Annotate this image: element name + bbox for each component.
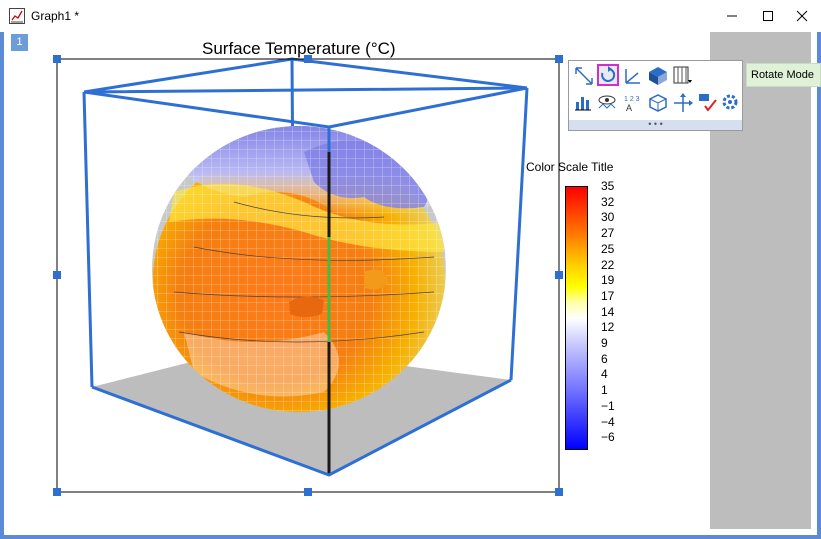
settings-button[interactable] (720, 92, 742, 114)
move-axes-button[interactable] (672, 92, 694, 114)
cube-button[interactable] (647, 92, 669, 114)
maximize-button[interactable] (749, 0, 787, 32)
cube-light-button[interactable] (647, 65, 669, 87)
graph-client-area[interactable]: 1 Surface Temperature (°C) 1 2 3 A • • •… (4, 32, 821, 535)
color-scale-tick-label: 27 (601, 226, 615, 241)
label-axis-icon: 1 2 3A (624, 96, 640, 113)
color-scale-tick-label: 17 (601, 288, 615, 303)
text-check-button[interactable] (697, 92, 719, 114)
color-scale-tick-label: −1 (601, 398, 615, 413)
color-scale-tick-label: −4 (601, 414, 615, 429)
color-scale-tick-label: 35 (601, 179, 615, 193)
maximize-icon (763, 11, 773, 21)
close-button[interactable] (783, 0, 821, 32)
text-check-icon (699, 94, 717, 112)
3d-rotation-toolbar: 1 2 3A • • • (568, 60, 743, 131)
scale-icon (575, 67, 593, 85)
color-scale-tick-label: 30 (601, 210, 615, 225)
cube-light-icon (649, 67, 667, 85)
color-scale-tick-label: 32 (601, 194, 615, 209)
minimize-icon (727, 15, 737, 17)
move-axes-icon (674, 93, 693, 112)
rotate-icon (601, 66, 616, 82)
svg-text:1 2 3: 1 2 3 (624, 96, 640, 103)
toolbar-grip[interactable]: • • • (569, 120, 742, 130)
label-axis-button[interactable]: 1 2 3A (622, 92, 644, 114)
axes-button[interactable] (622, 65, 644, 87)
color-scale-tick-label: 25 (601, 241, 615, 256)
color-scale-tick-label: 4 (601, 367, 608, 382)
rotate-mode-tooltip: Rotate Mode (746, 63, 821, 87)
color-scale-tick-label: 12 (601, 320, 615, 335)
window-title: Graph1 * (31, 9, 80, 23)
rotate-button[interactable] (597, 64, 619, 86)
axes-icon (625, 69, 640, 84)
color-scale-title[interactable]: Color Scale Title (526, 160, 613, 174)
svg-text:A: A (626, 103, 632, 113)
color-scale-bar[interactable] (565, 186, 588, 450)
close-icon (796, 10, 808, 22)
graph-window: Graph1 * 1 Surface Temperature (°C) 1 2 … (0, 0, 821, 539)
bar-chart-button[interactable] (573, 92, 595, 114)
color-scale-tick-label: 1 (601, 383, 608, 398)
color-scale-tick-label: 19 (601, 273, 615, 288)
color-scale-tick-label: 9 (601, 336, 608, 350)
graph-app-icon (9, 8, 25, 24)
bar-chart-icon (575, 97, 591, 111)
gear-icon (722, 94, 738, 110)
minimize-button[interactable] (713, 0, 751, 32)
eye-icon (598, 95, 616, 109)
grid-button[interactable] (672, 65, 694, 87)
color-scale-tick-label: −6 (601, 430, 615, 445)
color-scale-tick-label: 6 (601, 351, 608, 366)
title-bar[interactable]: Graph1 * (0, 0, 821, 33)
scale-button[interactable] (573, 65, 595, 87)
cube-icon (649, 94, 667, 112)
color-scale-tick-label: 22 (601, 257, 615, 272)
view-button[interactable] (597, 92, 619, 114)
color-scale-tick-label: 14 (601, 304, 615, 319)
grid-icon (673, 66, 692, 84)
